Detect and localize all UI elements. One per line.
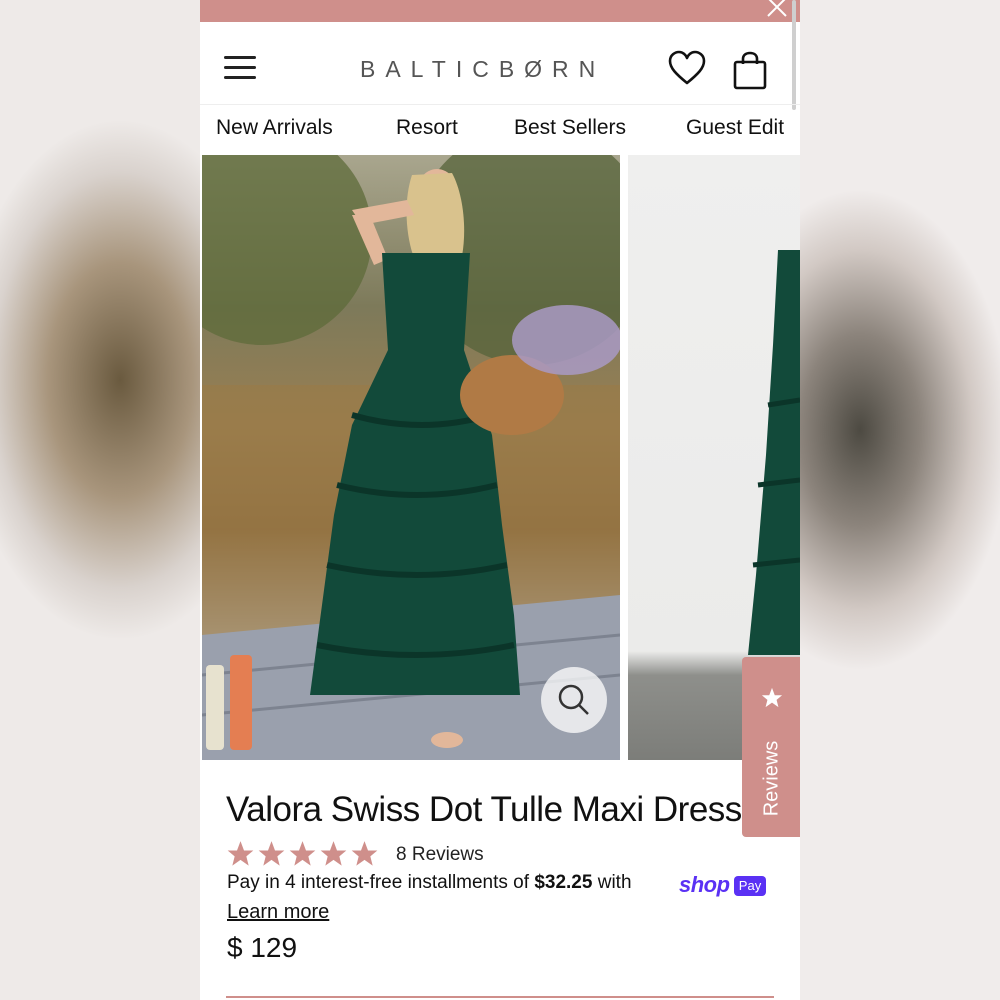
product-title: Valora Swiss Dot Tulle Maxi Dress <box>226 790 742 829</box>
star-icon <box>258 841 285 866</box>
installments-prefix: Pay in 4 interest-free installments of <box>227 872 535 893</box>
blurred-backdrop-right <box>800 0 1000 1000</box>
nav-item-new-arrivals[interactable]: New Arrivals <box>216 116 333 140</box>
review-count-link[interactable]: 8 Reviews <box>396 844 484 866</box>
nav-item-guest-edit[interactable]: Guest Edit <box>686 116 784 140</box>
divider <box>226 996 774 998</box>
product-gallery[interactable] <box>200 155 800 760</box>
blurred-backdrop-left <box>0 0 200 1000</box>
brand-logo[interactable]: BALTICBØRN <box>360 56 642 86</box>
star-icon <box>761 687 783 708</box>
learn-more-link[interactable]: Learn more <box>227 901 329 924</box>
product-price: $ 129 <box>227 932 298 963</box>
shop-pay-badge: Pay <box>734 876 766 896</box>
installment-amount: $32.25 <box>534 872 593 893</box>
nav-item-best-sellers[interactable]: Best Sellers <box>514 116 626 140</box>
shop-pay-logo: shop <box>679 872 730 897</box>
star-icon <box>351 841 378 866</box>
shopping-bag-icon[interactable] <box>732 50 768 90</box>
star-icon <box>320 841 347 866</box>
nav-item-resort[interactable]: Resort <box>396 116 458 140</box>
installments-suffix: with <box>592 872 632 893</box>
reviews-tab[interactable]: Reviews <box>742 657 800 837</box>
close-icon[interactable] <box>764 0 790 20</box>
category-nav: New Arrivals Resort Best Sellers Guest E… <box>200 104 800 154</box>
site-header: BALTICBØRN <box>200 22 800 105</box>
magnifier-icon <box>558 684 589 715</box>
installments-text: Pay in 4 interest-free installments of $… <box>227 872 632 894</box>
star-icon <box>289 841 316 866</box>
product-photo-main[interactable] <box>202 155 620 760</box>
mobile-page: BALTICBØRN New Arrivals Resort Best Sell… <box>200 0 800 1000</box>
reviews-tab-label: Reviews <box>760 740 783 817</box>
hamburger-menu-icon[interactable] <box>224 56 256 80</box>
star-icon <box>227 841 254 866</box>
heart-icon[interactable] <box>668 50 706 86</box>
promo-bar <box>200 0 800 22</box>
zoom-button[interactable] <box>541 667 607 733</box>
